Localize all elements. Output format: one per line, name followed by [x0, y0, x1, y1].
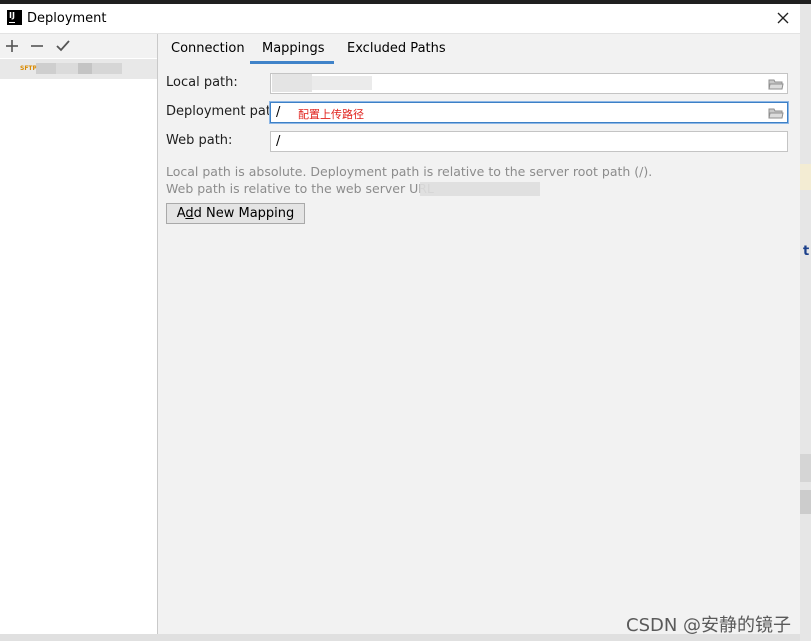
set-default-server-button[interactable]	[55, 38, 71, 54]
tab-mappings[interactable]: Mappings	[262, 41, 325, 56]
browse-local-path-button[interactable]	[768, 77, 784, 91]
sftp-icon: SFTP	[20, 65, 37, 72]
background-text-fragment: t	[803, 244, 810, 259]
server-list-pane: SFTP	[0, 34, 158, 634]
local-path-label: Local path:	[166, 75, 238, 90]
path-hint-line-2: Web path is relative to the web server U…	[166, 181, 434, 196]
redacted-server-name	[92, 63, 122, 74]
browse-deployment-path-button[interactable]	[768, 106, 784, 120]
title-bar: IJ Deployment	[0, 4, 800, 34]
tab-excluded-paths[interactable]: Excluded Paths	[347, 41, 446, 56]
folder-icon	[768, 108, 784, 119]
check-icon	[56, 40, 70, 52]
plus-icon	[6, 40, 18, 52]
server-list-toolbar	[0, 34, 157, 58]
folder-icon	[768, 79, 784, 90]
redacted-server-name	[36, 63, 56, 74]
window-title: Deployment	[27, 11, 107, 26]
close-button[interactable]	[772, 7, 794, 29]
redacted-server-name	[56, 63, 78, 74]
web-path-label: Web path:	[166, 133, 233, 148]
close-icon	[777, 12, 789, 24]
add-mapping-label-suffix: d New Mapping	[193, 206, 295, 221]
add-mapping-mnemonic: d	[185, 206, 194, 221]
settings-tabs: Connection Mappings Excluded Paths	[158, 34, 800, 64]
server-list-item[interactable]: SFTP	[0, 59, 157, 79]
minus-icon	[31, 45, 43, 47]
intellij-app-icon: IJ	[7, 10, 22, 25]
csdn-watermark: CSDN @安静的镜子	[626, 615, 792, 636]
add-server-button[interactable]	[4, 38, 20, 54]
web-path-input[interactable]	[270, 131, 788, 152]
background-window-edge	[800, 4, 811, 641]
add-new-mapping-button[interactable]: Add New Mapping	[166, 203, 305, 224]
redacted-local-path	[272, 74, 312, 92]
active-tab-indicator	[250, 61, 334, 64]
path-hint-line-1: Local path is absolute. Deployment path …	[166, 164, 653, 179]
deployment-path-annotation: 配置上传路径	[298, 108, 364, 121]
redacted-local-path	[312, 76, 372, 90]
tab-connection[interactable]: Connection	[171, 41, 245, 56]
remove-server-button[interactable]	[29, 38, 45, 54]
redacted-web-server-url	[420, 182, 540, 196]
redacted-server-name	[78, 63, 92, 74]
deployment-path-label: Deployment path:	[166, 104, 284, 119]
